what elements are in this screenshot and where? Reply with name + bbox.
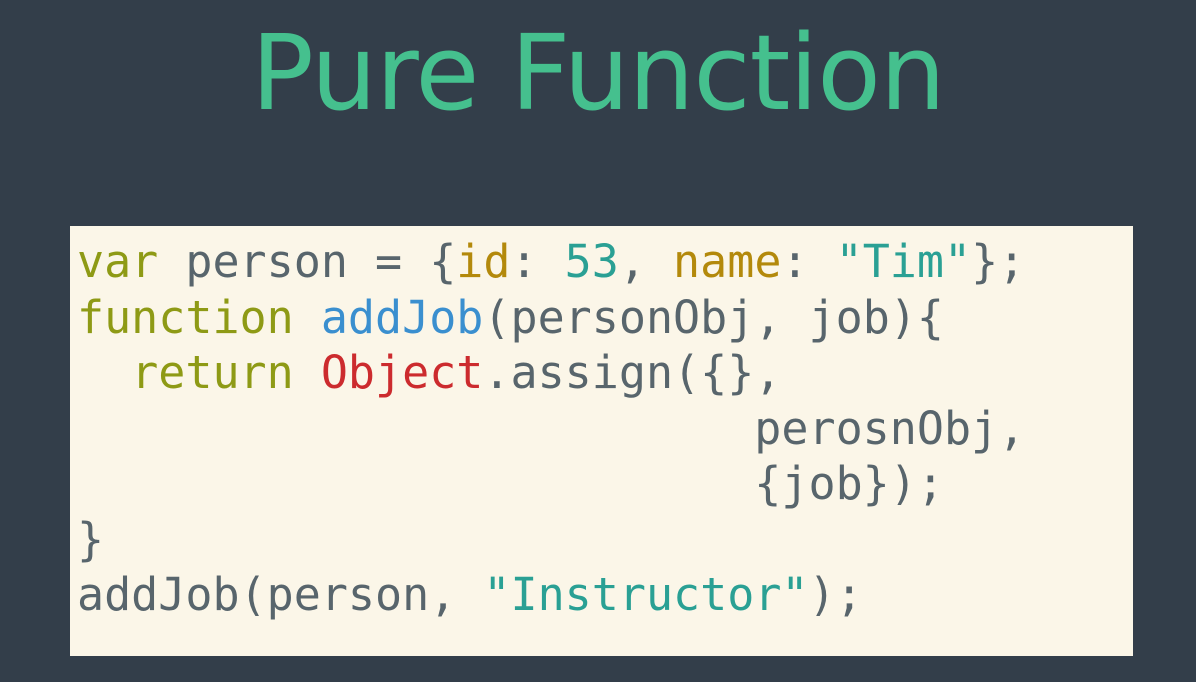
code-text: };: [971, 235, 1026, 288]
code-line: addJob(person, "Instructor");: [77, 567, 1025, 623]
code-text: :: [510, 235, 565, 288]
code-property: id: [456, 235, 511, 288]
code-text: addJob(person,: [77, 568, 484, 621]
code-keyword: var: [77, 235, 159, 288]
code-keyword: return: [131, 346, 294, 399]
code-keyword: function: [77, 290, 294, 344]
slide-title: Pure Function: [251, 12, 946, 134]
code-property: name: [673, 235, 782, 288]
code-panel: var person = {id: 53, name: "Tim"}; funct…: [70, 226, 1133, 656]
code-line: }: [77, 512, 1025, 568]
code-line: {job});: [77, 456, 1025, 512]
code-text: .assign({},: [483, 346, 782, 399]
code-block: var person = {id: 53, name: "Tim"}; funct…: [77, 234, 1025, 623]
code-text: ,: [618, 235, 674, 288]
code-text: );: [808, 568, 863, 621]
code-text: }: [77, 512, 105, 566]
code-text: {job});: [77, 457, 944, 510]
code-line: function addJob(personObj, job){: [77, 290, 1025, 346]
code-text: :: [781, 235, 836, 288]
code-line: perosnObj,: [77, 401, 1025, 457]
code-string: "Tim": [835, 235, 972, 288]
code-text: (personObj, job){: [483, 290, 944, 344]
code-line: var person = {id: 53, name: "Tim"};: [77, 234, 1025, 290]
code-function-name: addJob: [320, 290, 484, 344]
code-text: perosnObj,: [77, 401, 1026, 455]
code-string: "Instructor": [483, 568, 809, 621]
code-text: person = {: [158, 235, 457, 288]
code-number: 53: [564, 235, 619, 288]
code-class-name: Object: [320, 346, 484, 399]
code-line: return Object.assign({},: [77, 345, 1025, 401]
